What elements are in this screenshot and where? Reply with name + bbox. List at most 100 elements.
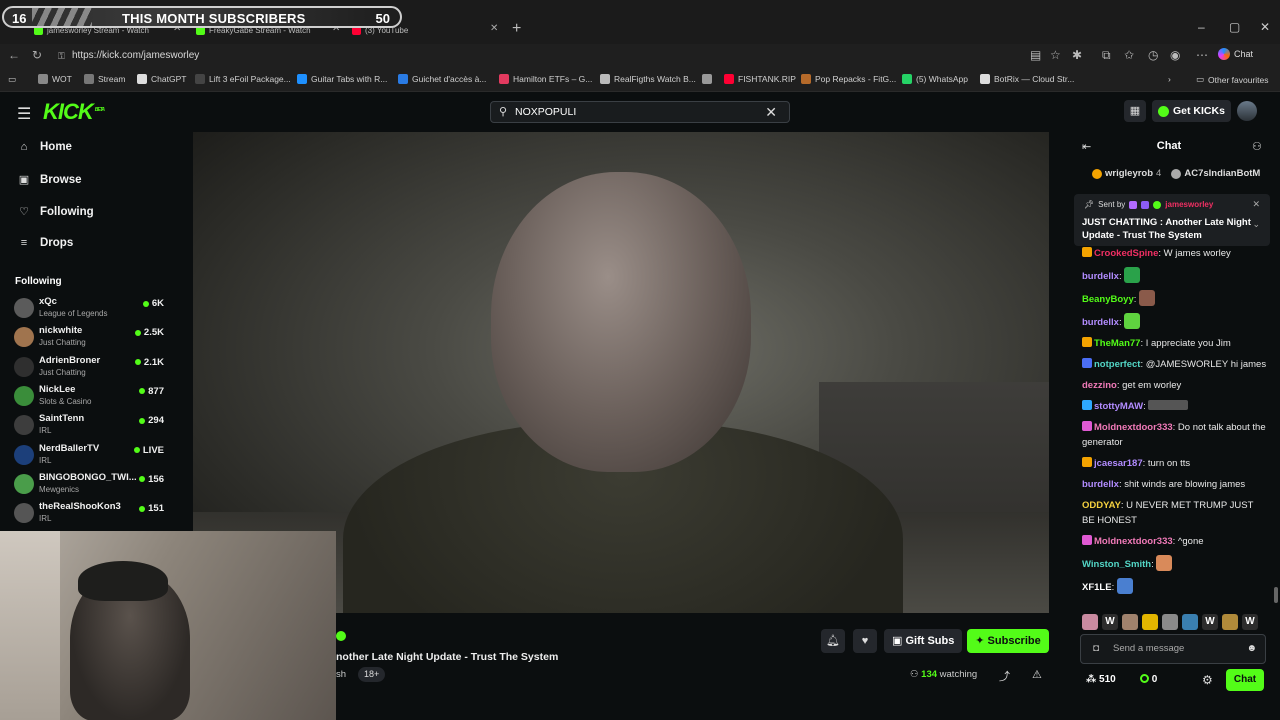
extensions-icon[interactable]: ✱	[1072, 48, 1082, 62]
bookmark-item[interactable]: FISHTANK.RIP	[724, 74, 796, 84]
search-input[interactable]: ⚲ NOXPOPULI ✕	[490, 101, 790, 123]
chat-scrollbar[interactable]	[1274, 587, 1278, 603]
following-channel[interactable]: BINGOBONGO_TWI... Mewgenics 156	[14, 471, 164, 499]
report-icon[interactable]: ⚠	[1032, 668, 1042, 681]
bookmark-item[interactable]: ChatGPT	[137, 74, 186, 84]
chevron-right-icon[interactable]: ›	[1168, 74, 1171, 84]
bookmark-item[interactable]: Stream	[84, 74, 125, 84]
subscribe-button[interactable]: ✦ Subscribe	[967, 629, 1049, 653]
favorite-star-icon[interactable]: ☆	[1050, 48, 1061, 62]
close-window-icon[interactable]: ✕	[1260, 20, 1270, 34]
chat-message-input[interactable]: ◘ Send a message ☻	[1080, 634, 1266, 664]
chat-users-icon[interactable]: ⚇	[1252, 140, 1262, 153]
category-link[interactable]: sh	[336, 669, 346, 680]
chat-username[interactable]: stottyMAW	[1094, 401, 1143, 412]
share-icon[interactable]: ⤴	[999, 668, 1010, 684]
back-icon[interactable]: ←	[8, 48, 20, 62]
following-channel[interactable]: nickwhite Just Chatting 2.5K	[14, 324, 164, 352]
chat-message[interactable]: burdellx:	[1082, 313, 1268, 330]
chat-message[interactable]: burdellx:	[1082, 267, 1268, 284]
profile-icon[interactable]: ◉	[1170, 48, 1180, 62]
following-channel[interactable]: SaintTenn IRL 294	[14, 412, 164, 440]
emote-icon[interactable]	[1122, 614, 1138, 630]
chat-message[interactable]: TheMan77: I appreciate you Jim	[1082, 336, 1268, 351]
chat-username[interactable]: burdellx	[1082, 479, 1119, 490]
chat-message[interactable]: Moldnextdoor333: Do not talk about the g…	[1082, 420, 1268, 450]
emote-icon[interactable]: W	[1102, 614, 1118, 630]
user-avatar[interactable]	[1236, 101, 1257, 121]
chat-identity-icon[interactable]: ◘	[1093, 635, 1099, 663]
chat-username[interactable]: jcaesar187	[1094, 458, 1143, 469]
read-aloud-icon[interactable]: ▤	[1030, 48, 1041, 62]
emote-icon[interactable]	[1182, 614, 1198, 630]
pinned-message[interactable]: 📌︎ Sent by jamesworley JUST CHATTING : A…	[1074, 194, 1270, 246]
other-favourites[interactable]: ▭ Other favourites	[1196, 74, 1269, 85]
chat-message[interactable]: notperfect: @JAMESWORLEY hi james	[1082, 357, 1268, 372]
emote-icon[interactable]	[1162, 614, 1178, 630]
history-icon[interactable]: ◷	[1148, 48, 1158, 62]
copilot-chat-button[interactable]: Chat	[1218, 48, 1253, 60]
gear-icon[interactable]: ⚙	[1202, 673, 1213, 687]
bookmark-item[interactable]: Guitar Tabs with R...	[297, 74, 387, 84]
bookmark-item[interactable]: RealFigths Watch B...	[600, 74, 696, 84]
chat-username[interactable]: ODDYAY	[1082, 500, 1121, 511]
bookmark-item[interactable]: Hamilton ETFs – G...	[499, 74, 592, 84]
chat-username[interactable]: CrookedSpine	[1094, 248, 1158, 259]
kick-logo[interactable]: KICK BETA	[43, 99, 105, 125]
more-icon[interactable]: ⋯	[1196, 48, 1208, 62]
gifter-item[interactable]: AC7sIndianBotM	[1171, 168, 1260, 179]
tag-badge[interactable]: 18+	[358, 667, 386, 682]
bookmark-item[interactable]: Lift 3 eFoil Package...	[195, 74, 291, 84]
emote-icon[interactable]	[1142, 614, 1158, 630]
chat-message[interactable]: jcaesar187: turn on tts	[1082, 456, 1268, 471]
chat-username[interactable]: burdellx	[1082, 271, 1119, 282]
menu-icon[interactable]: ☰	[17, 104, 31, 124]
sidebar-item-browse[interactable]: ▣ Browse	[18, 173, 82, 187]
chat-message[interactable]: stottyMAW:	[1082, 399, 1268, 414]
chat-message[interactable]: XF1LE:	[1082, 578, 1268, 595]
bookmark-item[interactable]: BotRix — Cloud Str...	[980, 74, 1074, 84]
favorites-icon[interactable]: ✩	[1124, 48, 1134, 62]
bookmark-item[interactable]: Pop Repacks - FitG...	[801, 74, 896, 84]
site-info-icon[interactable]: ⚿	[58, 47, 65, 65]
get-kicks-button[interactable]: Get KICKs	[1152, 100, 1231, 122]
following-channel[interactable]: AdrienBroner Just Chatting 2.1K	[14, 354, 164, 382]
split-screen-icon[interactable]: ⧉	[1102, 48, 1111, 63]
bookmark-item[interactable]: (5) WhatsApp	[902, 74, 968, 84]
emoji-icon[interactable]: ☻	[1246, 635, 1257, 663]
chat-message[interactable]: burdellx: shit winds are blowing james	[1082, 477, 1268, 492]
chat-username[interactable]: Moldnextdoor333	[1094, 422, 1173, 433]
chat-username[interactable]: XF1LE	[1082, 582, 1112, 593]
gifter-item[interactable]: wrigleyrob 4	[1092, 168, 1161, 179]
maximize-icon[interactable]: ▢	[1229, 20, 1240, 34]
following-channel[interactable]: theRealShooKon3 IRL 151	[14, 500, 164, 528]
sidebar-item-home[interactable]: ⌂ Home	[18, 141, 72, 153]
chevron-down-icon[interactable]: ⌄	[1252, 219, 1260, 230]
bookmark-item[interactable]: Guichet d'accès à...	[398, 74, 486, 84]
emote-icon[interactable]	[1222, 614, 1238, 630]
notifications-button[interactable]: 🔔︎	[821, 629, 845, 653]
kicks-balance[interactable]: 0	[1140, 674, 1157, 685]
bookmark-item[interactable]	[702, 74, 716, 84]
channel-points[interactable]: ⁂ 510	[1086, 674, 1116, 685]
emote-icon[interactable]: W	[1242, 614, 1258, 630]
chat-message[interactable]: dezzino: get em worley	[1082, 378, 1268, 393]
sidebar-item-drops[interactable]: ≡ Drops	[18, 237, 73, 249]
gift-subs-button[interactable]: ▣ Gift Subs	[884, 629, 963, 653]
unpin-icon[interactable]: ✕	[1252, 199, 1260, 210]
chat-message[interactable]: Moldnextdoor333: ^gone	[1082, 534, 1268, 549]
chat-username[interactable]: Winston_Smith	[1082, 559, 1151, 570]
emote-icon[interactable]	[1082, 614, 1098, 630]
chat-username[interactable]: burdellx	[1082, 317, 1119, 328]
emote-icon[interactable]: W	[1202, 614, 1218, 630]
chat-message[interactable]: Winston_Smith:	[1082, 555, 1268, 572]
minimize-icon[interactable]: –	[1198, 20, 1205, 34]
bookmark-item[interactable]: WOT	[38, 74, 72, 84]
following-channel[interactable]: NerdBallerTV IRL LIVE	[14, 442, 164, 470]
bookmarks-menu-icon[interactable]: ▭	[8, 74, 16, 85]
sidebar-item-following[interactable]: ♡ Following	[18, 205, 94, 219]
url-field[interactable]: ⚿ https://kick.com/jamesworley	[56, 47, 1056, 65]
follow-button[interactable]: ♥	[853, 629, 877, 653]
refresh-icon[interactable]: ↻	[32, 48, 42, 62]
send-chat-button[interactable]: Chat	[1226, 669, 1264, 691]
